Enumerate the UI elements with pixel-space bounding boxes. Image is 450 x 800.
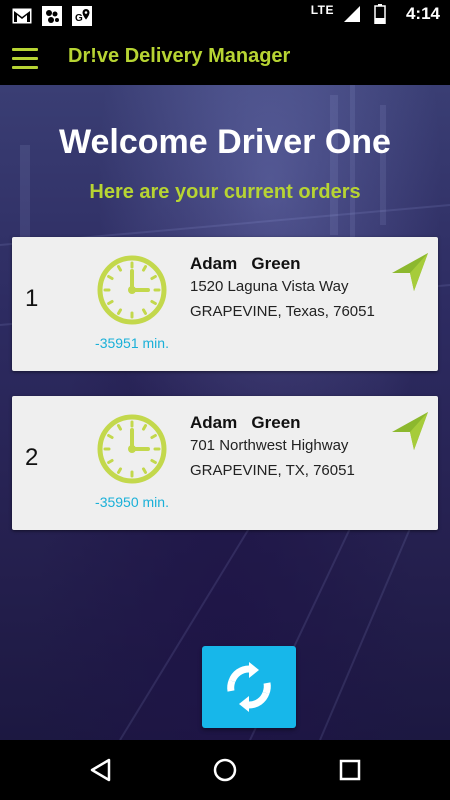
- network-type: LTE: [310, 3, 334, 17]
- clock-icon: [97, 255, 167, 325]
- notification-icons: G: [12, 6, 92, 26]
- order-number: 2: [25, 444, 39, 471]
- hamburger-menu-icon[interactable]: [12, 48, 38, 70]
- customer-name: Adam Green: [190, 254, 301, 273]
- navigate-arrow-icon[interactable]: [390, 410, 430, 450]
- clock-icon: [97, 414, 167, 484]
- app-bar: Dr!ve Delivery Manager: [0, 34, 450, 85]
- order-card[interactable]: 2 -35950 min. Adam Green 701 Northwest H…: [12, 396, 438, 530]
- refresh-button[interactable]: [202, 646, 296, 728]
- recents-icon[interactable]: [336, 756, 364, 784]
- battery-icon: [370, 4, 390, 24]
- back-icon[interactable]: [86, 756, 114, 784]
- refresh-icon: [227, 662, 271, 712]
- maps-notification-icon: G: [72, 6, 92, 26]
- address-line1: 1520 Laguna Vista Way: [190, 278, 349, 295]
- home-icon[interactable]: [211, 756, 239, 784]
- system-icons: LTE 4:14: [310, 3, 440, 24]
- orders-subtitle: Here are your current orders: [89, 181, 361, 203]
- gmail-icon: [12, 6, 32, 26]
- address-line2: GRAPEVINE, Texas, 76051: [190, 303, 375, 320]
- status-bar: G LTE 4:14: [0, 0, 450, 34]
- order-minutes: -35950 min.: [95, 494, 169, 510]
- order-minutes: -35951 min.: [95, 335, 169, 351]
- photos-icon: [42, 6, 62, 26]
- system-nav-bar: [0, 740, 450, 800]
- navigate-arrow-icon[interactable]: [390, 251, 430, 291]
- customer-name: Adam Green: [190, 413, 301, 432]
- order-number: 1: [25, 285, 39, 312]
- main-content: Welcome Driver One Here are your current…: [0, 85, 450, 740]
- address-line2: GRAPEVINE, TX, 76051: [190, 462, 355, 479]
- signal-icon: [342, 4, 362, 24]
- welcome-heading: Welcome Driver One: [59, 123, 391, 161]
- svg-text:G: G: [75, 13, 83, 24]
- order-card[interactable]: 1 -35951 min. Adam Green 1520 Laguna Vis…: [12, 237, 438, 371]
- app-title: Dr!ve Delivery Manager: [68, 45, 291, 67]
- address-line1: 701 Northwest Highway: [190, 437, 349, 454]
- status-time: 4:14: [405, 4, 440, 23]
